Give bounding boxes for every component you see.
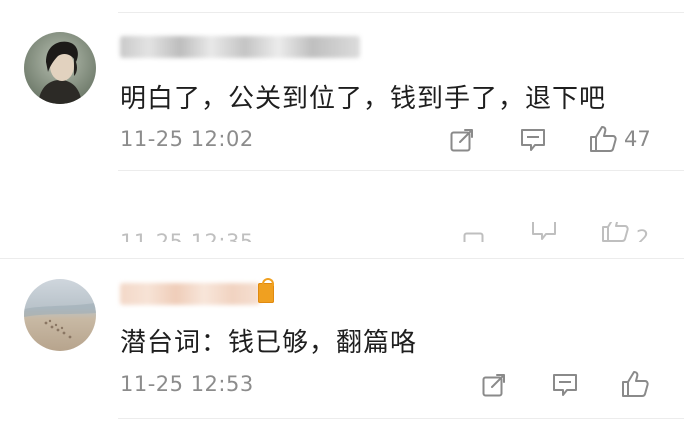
ghost-like-clip: 2 <box>600 222 660 242</box>
reply-button[interactable] <box>519 127 547 153</box>
ghost-like-count: 2 <box>636 226 650 242</box>
like-icon <box>590 126 617 152</box>
share-icon <box>450 129 473 152</box>
share-icon <box>463 232 484 242</box>
user-avatar[interactable] <box>24 32 96 104</box>
bottom-divider <box>118 418 684 419</box>
like-button[interactable]: 47 <box>588 124 651 154</box>
like-icon <box>622 371 649 397</box>
comment-text: 潜台词：钱已够，翻篇咯 <box>120 328 418 358</box>
user-avatar[interactable] <box>24 279 96 351</box>
share-icon <box>482 374 505 397</box>
vip-badge-icon <box>258 278 274 303</box>
ghost-timestamp-clip: 11-25 12:35 <box>120 222 260 242</box>
beach-avatar-icon <box>24 279 96 351</box>
comment-timestamp: 11-25 12:02 <box>120 127 254 151</box>
comment-timestamp: 11-25 12:53 <box>120 372 254 396</box>
like-button[interactable] <box>620 369 650 399</box>
section-divider <box>0 258 684 259</box>
portrait-avatar-icon <box>24 32 96 104</box>
comment-icon <box>532 222 556 240</box>
comment-icon <box>521 129 545 151</box>
share-button[interactable] <box>481 372 507 398</box>
top-divider <box>118 12 684 13</box>
ghost-comment-clip <box>530 222 560 242</box>
username-redacted[interactable] <box>120 283 260 305</box>
share-button[interactable] <box>449 127 475 153</box>
comment-divider <box>118 170 684 171</box>
ghost-share-clip <box>462 222 492 242</box>
comment-icon <box>553 374 577 396</box>
username-redacted[interactable] <box>120 36 360 58</box>
ghost-timestamp: 11-25 12:35 <box>120 230 254 242</box>
like-count: 47 <box>624 127 651 151</box>
like-icon <box>602 222 629 242</box>
comment-text: 明白了，公关到位了，钱到手了，退下吧 <box>120 84 607 114</box>
reply-button[interactable] <box>551 372 579 398</box>
